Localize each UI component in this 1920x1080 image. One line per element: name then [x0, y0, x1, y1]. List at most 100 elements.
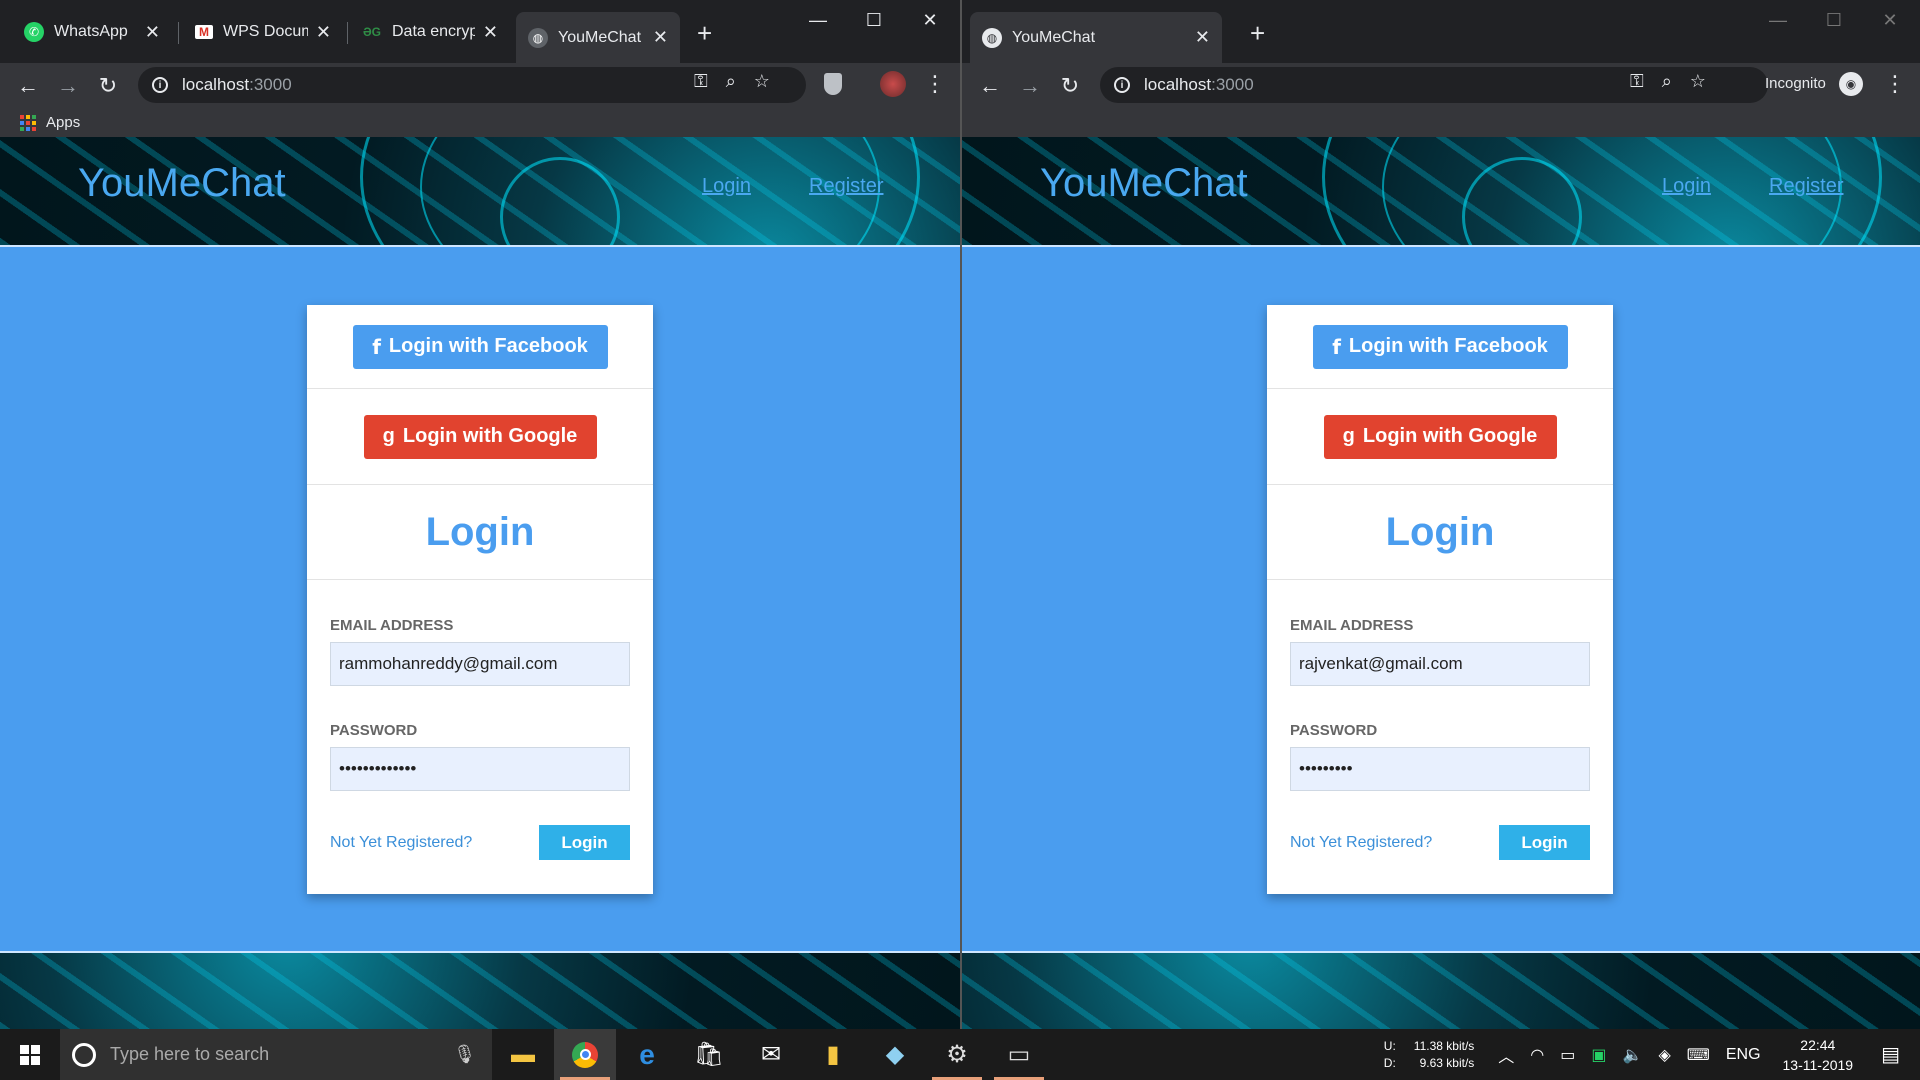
- login-heading-section: Login: [307, 485, 653, 580]
- new-tab-button[interactable]: +: [1250, 18, 1265, 49]
- microphone-icon[interactable]: 🎙: [453, 1044, 476, 1065]
- password-field[interactable]: [1290, 747, 1590, 791]
- close-tab-icon[interactable]: ✕: [316, 22, 331, 43]
- site-footer: [0, 951, 960, 1029]
- chrome-icon[interactable]: [554, 1029, 616, 1080]
- battery-icon[interactable]: ▭: [1560, 1045, 1575, 1065]
- paint-icon[interactable]: ◆: [864, 1029, 926, 1080]
- site-header: YouMeChat Login Register: [962, 137, 1920, 247]
- tab-youmechat[interactable]: ◍ YouMeChat ✕: [516, 12, 680, 63]
- password-field[interactable]: [330, 747, 630, 791]
- zoom-icon[interactable]: ⌕: [1662, 71, 1672, 92]
- tab-whatsapp[interactable]: ✆ WhatsApp ✕: [12, 12, 172, 52]
- close-icon[interactable]: ✕: [902, 8, 958, 32]
- search-placeholder: Type here to search: [110, 1044, 270, 1064]
- zoom-icon[interactable]: ⌕: [726, 71, 736, 92]
- google-icon: g: [1342, 425, 1355, 447]
- login-button[interactable]: Login: [539, 825, 630, 860]
- dropbox-icon[interactable]: ◈: [1658, 1045, 1670, 1065]
- store-icon[interactable]: 🛍: [678, 1029, 740, 1080]
- tab-title: YouMeChat: [558, 28, 642, 46]
- facebook-login-button[interactable]: f Login with Facebook: [1312, 324, 1568, 369]
- browser-window-left: ✆ WhatsApp ✕ M WPS Docume ✕ ƏG Data encr…: [0, 0, 960, 1029]
- info-icon[interactable]: i: [152, 77, 168, 93]
- facebook-icon: f: [372, 334, 381, 359]
- close-tab-icon[interactable]: ✕: [653, 27, 668, 48]
- email-field[interactable]: [330, 642, 630, 686]
- close-tab-icon[interactable]: ✕: [145, 22, 160, 43]
- google-section: g Login with Google: [1267, 389, 1613, 485]
- terminal-icon[interactable]: ▭: [988, 1029, 1050, 1080]
- mail-icon[interactable]: ✉: [740, 1029, 802, 1080]
- site-brand[interactable]: YouMeChat: [78, 161, 286, 206]
- extension-shield-icon[interactable]: [824, 73, 842, 95]
- register-link[interactable]: Not Yet Registered?: [1290, 834, 1432, 852]
- forward-icon[interactable]: →: [1010, 66, 1050, 106]
- reload-icon[interactable]: ↻: [1050, 66, 1090, 106]
- tab-wps[interactable]: M WPS Docume ✕: [183, 12, 343, 52]
- clock-date: 13-11-2019: [1782, 1056, 1854, 1073]
- register-link[interactable]: Not Yet Registered?: [330, 834, 472, 852]
- incognito-icon[interactable]: ◉: [1839, 72, 1863, 96]
- back-icon[interactable]: ←: [970, 66, 1010, 106]
- taskbar-search[interactable]: Type here to search 🎙: [60, 1029, 492, 1080]
- sticky-notes-icon[interactable]: ▮: [802, 1029, 864, 1080]
- language-indicator[interactable]: ENG: [1726, 1046, 1761, 1064]
- new-tab-button[interactable]: +: [697, 18, 712, 49]
- menu-icon[interactable]: ⋮: [924, 71, 946, 97]
- key-icon[interactable]: ⚿: [1630, 71, 1644, 92]
- windows-icon: [20, 1044, 40, 1065]
- start-button[interactable]: [0, 1029, 60, 1080]
- wifi-icon[interactable]: ◠: [1530, 1045, 1544, 1065]
- apps-bookmark[interactable]: Apps: [46, 114, 80, 131]
- star-icon[interactable]: ☆: [754, 71, 770, 92]
- facebook-login-button[interactable]: f Login with Facebook: [352, 324, 608, 369]
- clock[interactable]: 22:44 13-11-2019: [1783, 1035, 1854, 1075]
- nav-register-link[interactable]: Register: [809, 175, 883, 198]
- info-icon[interactable]: i: [1114, 77, 1130, 93]
- email-field[interactable]: [1290, 642, 1590, 686]
- minimize-icon[interactable]: —: [1750, 8, 1806, 32]
- tab-title: WPS Docume: [223, 23, 308, 40]
- url-host: localhost: [1144, 75, 1212, 94]
- close-tab-icon[interactable]: ✕: [483, 22, 498, 43]
- nav-register-link[interactable]: Register: [1769, 175, 1843, 198]
- google-login-button[interactable]: g Login with Google: [1323, 414, 1557, 459]
- forward-icon[interactable]: →: [48, 66, 88, 106]
- facebook-section: f Login with Facebook: [307, 305, 653, 389]
- settings-app-icon[interactable]: ⚙: [926, 1029, 988, 1080]
- volume-icon[interactable]: 🔈: [1623, 1045, 1643, 1065]
- tab-youmechat[interactable]: ◍ YouMeChat ✕: [970, 12, 1222, 63]
- chevron-up-icon[interactable]: ︿: [1498, 1043, 1514, 1067]
- edge-icon[interactable]: e: [616, 1029, 678, 1080]
- tab-data-encrypt[interactable]: ƏG Data encrypt ✕: [350, 12, 510, 52]
- network-speed: U: D: 11.38 kbit/s 9.63 kbit/s: [1384, 1038, 1474, 1072]
- login-button[interactable]: Login: [1499, 825, 1590, 860]
- globe-icon: ◍: [528, 27, 548, 48]
- key-icon[interactable]: ⚿: [694, 71, 708, 92]
- login-card: f Login with Facebook g Login with Googl…: [307, 305, 653, 894]
- keyboard-icon[interactable]: ⌨: [1687, 1045, 1710, 1065]
- facebook-section: f Login with Facebook: [1267, 305, 1613, 389]
- minimize-icon[interactable]: —: [790, 8, 846, 32]
- incognito-label[interactable]: Incognito: [1765, 75, 1826, 92]
- url-port: :3000: [1211, 75, 1254, 94]
- back-icon[interactable]: ←: [8, 66, 48, 106]
- close-icon[interactable]: ✕: [1862, 8, 1918, 32]
- reload-icon[interactable]: ↻: [88, 66, 128, 106]
- whatsapp-tray-icon[interactable]: ▣: [1591, 1045, 1606, 1065]
- facebook-button-label: Login with Facebook: [388, 335, 588, 357]
- avatar[interactable]: [880, 71, 906, 97]
- star-icon[interactable]: ☆: [1690, 71, 1706, 92]
- maximize-icon[interactable]: ☐: [846, 8, 902, 32]
- menu-icon[interactable]: ⋮: [1884, 71, 1906, 97]
- nav-login-link[interactable]: Login: [1662, 175, 1711, 198]
- password-label: PASSWORD: [1290, 722, 1378, 739]
- close-tab-icon[interactable]: ✕: [1195, 27, 1210, 48]
- nav-login-link[interactable]: Login: [702, 175, 751, 198]
- notifications-icon[interactable]: ▤: [1881, 1042, 1900, 1067]
- maximize-icon[interactable]: ☐: [1806, 8, 1862, 32]
- google-login-button[interactable]: g Login with Google: [363, 414, 597, 459]
- site-brand[interactable]: YouMeChat: [1040, 161, 1248, 206]
- file-explorer-icon[interactable]: ▬: [492, 1029, 554, 1080]
